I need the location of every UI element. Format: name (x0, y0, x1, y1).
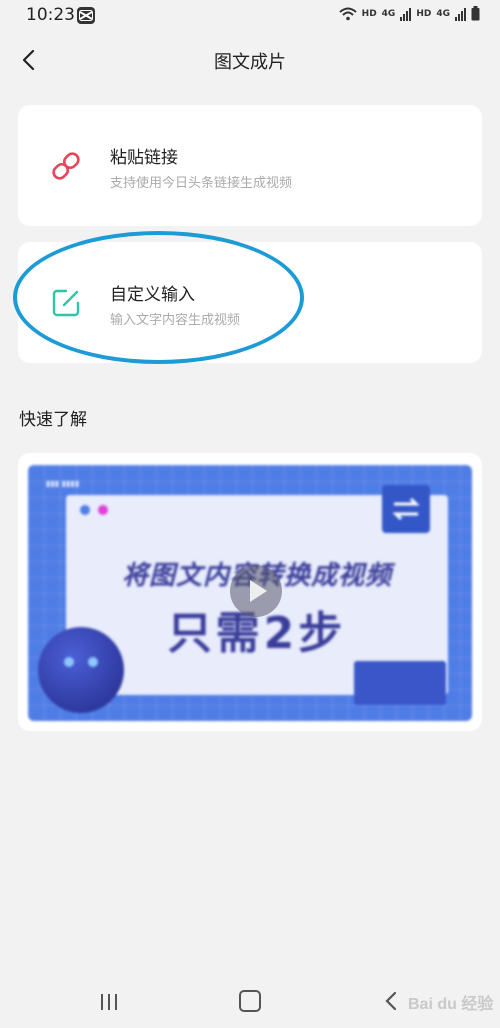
battery-icon (471, 6, 480, 21)
page-title: 图文成片 (214, 52, 286, 73)
play-button[interactable] (230, 565, 282, 617)
paste-link-title: 粘贴链接 (110, 148, 178, 168)
play-icon (250, 580, 267, 602)
recents-button[interactable] (99, 992, 121, 1012)
network-label: 4G (381, 8, 396, 19)
custom-input-title: 自定义输入 (110, 285, 195, 305)
paste-link-subtitle: 支持使用今日头条链接生成视频 (110, 176, 293, 191)
header: 图文成片 (0, 36, 500, 84)
edit-icon (52, 289, 80, 317)
wifi-icon (338, 7, 357, 20)
swap-icon (382, 485, 430, 533)
home-button[interactable] (239, 990, 261, 1012)
baidu-watermark: Bai du 经验 (408, 996, 494, 1013)
hd-label: HD (361, 8, 377, 19)
thumbnail-logo: ▮▮▮ ▮▮▮▮ (46, 479, 80, 488)
status-bar: 10:23 HD 4G HD 4G (0, 0, 500, 32)
chevron-left-icon (385, 991, 397, 1011)
network-label-2: 4G (436, 8, 450, 19)
status-time: 10:23 (26, 5, 75, 25)
tutorial-video-card[interactable]: ▮▮▮ ▮▮▮▮ 将图文内容转换成视频 只需2步 (18, 453, 482, 731)
signal-icon (400, 7, 412, 21)
hd-label-2: HD (416, 8, 432, 19)
paste-link-card[interactable]: 粘贴链接 支持使用今日头条链接生成视频 (18, 105, 482, 226)
custom-input-card[interactable]: 自定义输入 输入文字内容生成视频 (18, 242, 482, 363)
signal-icon-2 (455, 7, 466, 21)
status-indicators: HD 4G HD 4G (338, 6, 480, 21)
custom-input-subtitle: 输入文字内容生成视频 (110, 313, 241, 328)
link-icon (52, 152, 80, 180)
smiley-face-icon (38, 627, 124, 713)
quick-learn-title: 快速了解 (19, 410, 87, 430)
capcut-app-icon (77, 7, 95, 24)
thumbnail-badge (354, 661, 446, 705)
system-back-button[interactable] (382, 990, 402, 1012)
